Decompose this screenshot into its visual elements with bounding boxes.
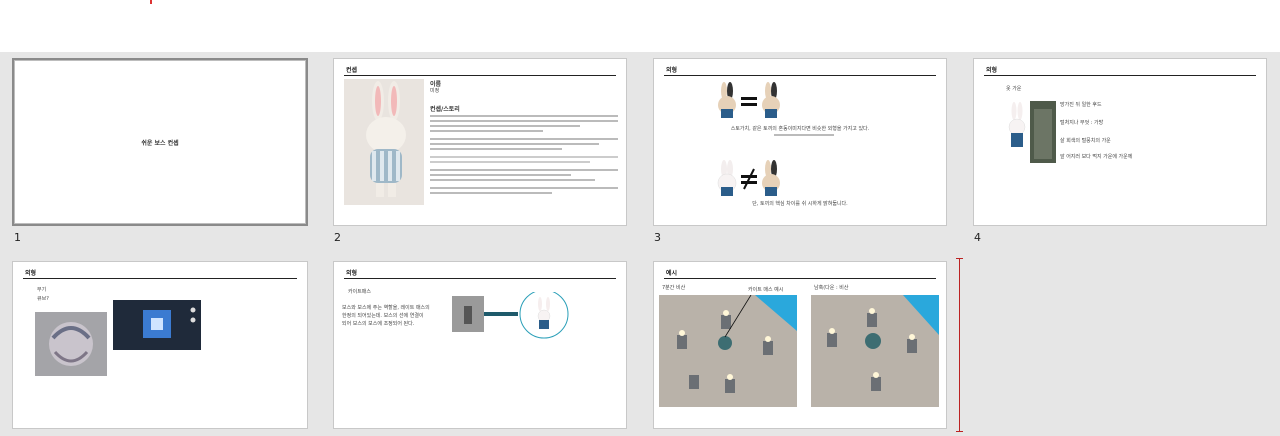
- slide-header: 외형: [666, 67, 678, 74]
- header-rule: [344, 75, 616, 76]
- slide-thumbnail-2[interactable]: 컨셉 이름 미정 컨셉/스토리: [333, 58, 627, 226]
- weapon-sphere-image: [35, 312, 107, 376]
- slide-header: 컨셉: [346, 67, 358, 74]
- game-scene-left: [659, 295, 797, 407]
- slide-thumbnail-4[interactable]: 외형 옷 가운 망가진 뒤 일한 후드 털처지나 무엇 : 가방 살 회색의 털…: [973, 58, 1267, 226]
- slide-number: 4: [974, 231, 981, 244]
- header-rule: [23, 278, 297, 279]
- slide3-caption-2: 단, 토끼의 핵심 차이를 쉬 시하게 밝혀둡니다.: [752, 201, 848, 207]
- header-rule: [664, 278, 936, 279]
- slide4-subtitle: 옷 가운: [1006, 86, 1022, 92]
- center-annotation-label: 카이트 매스 예시: [748, 287, 784, 293]
- slide-header: 예시: [666, 270, 678, 277]
- coat-item-3: 살 회색의 털뭉치의 가운: [1060, 138, 1111, 144]
- header-rule: [984, 75, 1256, 76]
- slide6-subtitle: 카이트매스: [348, 289, 372, 295]
- weapon-cube-image: [113, 300, 201, 350]
- kite-mass-diagram: [452, 292, 569, 339]
- right-scene-label: 남혹(다운 : 비산: [814, 285, 849, 291]
- slide-header: 외형: [25, 270, 37, 277]
- slide-thumbnail-5[interactable]: 외형 무기 큐브?: [12, 261, 308, 429]
- bunny-not-equal-illustration: [717, 160, 780, 196]
- slide3-caption-1: 스토가치, 같은 토끼의 혼동이미지다면 비슷한 외형을 가지고 있다.: [730, 126, 870, 132]
- concept-label: 컨셉/스토리: [430, 106, 460, 113]
- header-rule: [664, 75, 936, 76]
- slide-number: 1: [14, 231, 21, 244]
- game-scene-right: [811, 295, 939, 407]
- cursor-mark: [150, 0, 152, 4]
- coat-item-2: 털처지나 무엇 : 가방: [1060, 120, 1104, 126]
- left-scene-label: 7분간 비산: [662, 285, 686, 291]
- bunny-equal-illustration: [718, 82, 780, 118]
- slide6-text-1: 보스와 보스에 주는 역할을, 레이트 매스의: [342, 305, 430, 311]
- slide6-text-2: 한정의 되어있는데. 보스의 선에 연결이: [342, 313, 424, 319]
- slide6-text-3: 되어 보스의 보스에 조정되어 된다.: [342, 321, 415, 327]
- coat-item-4: 앞 어지러 보다 먹지 가운에 가운께: [1060, 154, 1133, 160]
- cube-label: 큐브?: [37, 296, 49, 302]
- slide-insert-marker: [956, 258, 963, 432]
- bunny-and-coat-image: [1008, 101, 1056, 163]
- ribbon-area: [0, 0, 1280, 52]
- header-rule: [344, 278, 616, 279]
- bunny-figure-image: [344, 79, 424, 205]
- slide-thumbnail-1[interactable]: 쉬운 보스 컨셉: [12, 58, 308, 226]
- concept-text-block: [430, 115, 618, 197]
- slide-thumbnail-6[interactable]: 외형 카이트매스 보스와 보스에 주는 역할을, 레이트 매스의 한정의 되어있…: [333, 261, 627, 429]
- slide3-small-note: [774, 134, 834, 139]
- name-value: 미정: [430, 88, 440, 94]
- slide-header: 외형: [986, 67, 998, 74]
- slide-header: 외형: [346, 270, 358, 277]
- slide-thumbnail-3[interactable]: 외형 스토가치, 같은 토끼의 혼동이미지다면 비슷한 외형을 가지고 있다. …: [653, 58, 947, 226]
- coat-item-1: 망가진 뒤 일한 후드: [1060, 102, 1102, 108]
- slide-title: 쉬운 보스 컨셉: [141, 140, 179, 147]
- slide-thumbnail-7[interactable]: 예시 7분간 비산 카이트 매스 예시 남혹(다운 : 비산: [653, 261, 947, 429]
- weapon-label: 무기: [37, 287, 47, 293]
- slide-number: 3: [654, 231, 661, 244]
- slide-number: 2: [334, 231, 341, 244]
